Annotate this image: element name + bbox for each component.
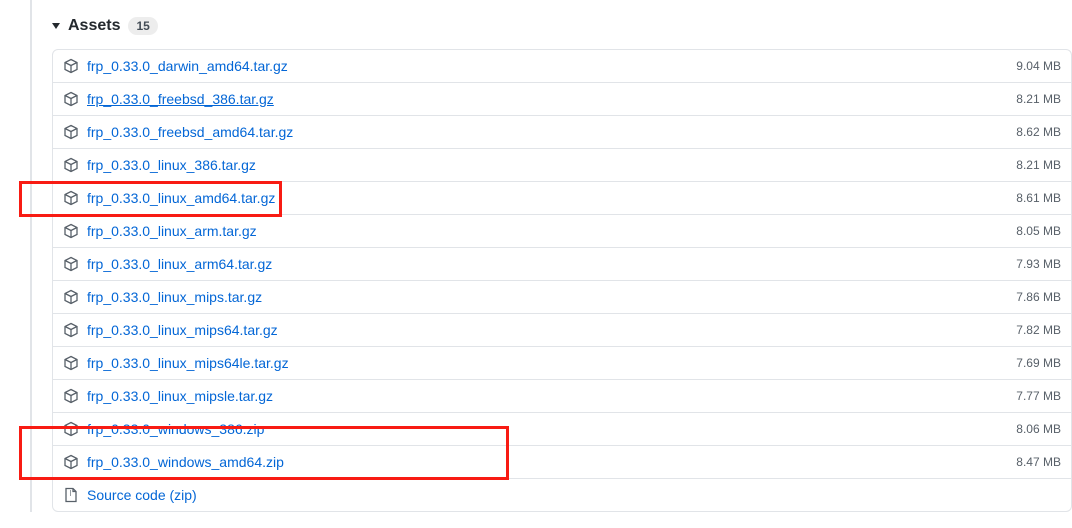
asset-row: frp_0.33.0_windows_386.zip 8.06 MB (53, 412, 1071, 445)
asset-link[interactable]: frp_0.33.0_freebsd_386.tar.gz (87, 91, 274, 107)
asset-link[interactable]: frp_0.33.0_darwin_amd64.tar.gz (87, 58, 288, 74)
asset-row: frp_0.33.0_windows_amd64.zip 8.47 MB (53, 445, 1071, 478)
asset-size: 8.05 MB (1016, 224, 1061, 238)
asset-size: 8.06 MB (1016, 422, 1061, 436)
asset-size: 9.04 MB (1016, 59, 1061, 73)
package-icon (63, 124, 79, 140)
asset-link[interactable]: frp_0.33.0_linux_mips64le.tar.gz (87, 355, 289, 371)
asset-left: frp_0.33.0_linux_mips64.tar.gz (63, 322, 278, 338)
asset-link[interactable]: frp_0.33.0_linux_amd64.tar.gz (87, 190, 275, 206)
asset-row: frp_0.33.0_linux_mips64.tar.gz 7.82 MB (53, 313, 1071, 346)
package-icon (63, 322, 79, 338)
package-icon (63, 58, 79, 74)
asset-left: frp_0.33.0_windows_amd64.zip (63, 454, 284, 470)
asset-row: frp_0.33.0_freebsd_386.tar.gz 8.21 MB (53, 82, 1071, 115)
asset-size: 7.93 MB (1016, 257, 1061, 271)
asset-left: frp_0.33.0_windows_386.zip (63, 421, 264, 437)
package-icon (63, 388, 79, 404)
asset-size: 8.61 MB (1016, 191, 1061, 205)
package-icon (63, 157, 79, 173)
asset-left: frp_0.33.0_linux_mips64le.tar.gz (63, 355, 289, 371)
asset-link[interactable]: frp_0.33.0_linux_mips.tar.gz (87, 289, 262, 305)
asset-link[interactable]: frp_0.33.0_freebsd_amd64.tar.gz (87, 124, 293, 140)
zip-file-icon (63, 487, 79, 503)
asset-row: frp_0.33.0_linux_mipsle.tar.gz 7.77 MB (53, 379, 1071, 412)
asset-row: frp_0.33.0_linux_arm.tar.gz 8.05 MB (53, 214, 1071, 247)
asset-left: frp_0.33.0_linux_386.tar.gz (63, 157, 256, 173)
asset-row: frp_0.33.0_linux_386.tar.gz 8.21 MB (53, 148, 1071, 181)
asset-link[interactable]: frp_0.33.0_linux_386.tar.gz (87, 157, 256, 173)
asset-left: frp_0.33.0_freebsd_386.tar.gz (63, 91, 274, 107)
source-code-link[interactable]: Source code (zip) (87, 487, 197, 503)
asset-size: 8.21 MB (1016, 92, 1061, 106)
asset-size: 7.86 MB (1016, 290, 1061, 304)
asset-size: 7.77 MB (1016, 389, 1061, 403)
asset-size: 8.21 MB (1016, 158, 1061, 172)
package-icon (63, 454, 79, 470)
package-icon (63, 190, 79, 206)
triangle-down-icon (52, 23, 60, 29)
asset-left: frp_0.33.0_linux_mips.tar.gz (63, 289, 262, 305)
asset-link[interactable]: frp_0.33.0_linux_mips64.tar.gz (87, 322, 278, 338)
assets-toggle[interactable]: Assets 15 (52, 17, 1072, 35)
asset-left: frp_0.33.0_freebsd_amd64.tar.gz (63, 124, 293, 140)
package-icon (63, 355, 79, 371)
source-code-label: Source code (87, 487, 166, 503)
asset-row: frp_0.33.0_linux_mips64le.tar.gz 7.69 MB (53, 346, 1071, 379)
asset-size: 8.47 MB (1016, 455, 1061, 469)
asset-link[interactable]: frp_0.33.0_linux_mipsle.tar.gz (87, 388, 273, 404)
assets-label: Assets (68, 17, 120, 35)
assets-count-badge: 15 (128, 17, 157, 35)
package-icon (63, 91, 79, 107)
asset-left: frp_0.33.0_linux_amd64.tar.gz (63, 190, 275, 206)
asset-link[interactable]: frp_0.33.0_linux_arm.tar.gz (87, 223, 257, 239)
asset-row: frp_0.33.0_linux_arm64.tar.gz 7.93 MB (53, 247, 1071, 280)
asset-left: frp_0.33.0_linux_mipsle.tar.gz (63, 388, 273, 404)
asset-left: frp_0.33.0_linux_arm64.tar.gz (63, 256, 272, 272)
package-icon (63, 289, 79, 305)
asset-left: frp_0.33.0_darwin_amd64.tar.gz (63, 58, 288, 74)
asset-link[interactable]: frp_0.33.0_windows_386.zip (87, 421, 264, 437)
asset-size: 7.69 MB (1016, 356, 1061, 370)
assets-list: frp_0.33.0_darwin_amd64.tar.gz 9.04 MB fr… (52, 49, 1072, 512)
asset-size: 7.82 MB (1016, 323, 1061, 337)
source-code-format: (zip) (170, 487, 197, 503)
package-icon (63, 223, 79, 239)
package-icon (63, 256, 79, 272)
source-code-row: Source code (zip) (53, 478, 1071, 511)
asset-size: 8.62 MB (1016, 125, 1061, 139)
asset-row: frp_0.33.0_linux_mips.tar.gz 7.86 MB (53, 280, 1071, 313)
asset-row: frp_0.33.0_linux_amd64.tar.gz 8.61 MB (53, 181, 1071, 214)
asset-link[interactable]: frp_0.33.0_linux_arm64.tar.gz (87, 256, 272, 272)
asset-link[interactable]: frp_0.33.0_windows_amd64.zip (87, 454, 284, 470)
asset-left: frp_0.33.0_linux_arm.tar.gz (63, 223, 257, 239)
package-icon (63, 421, 79, 437)
asset-row: frp_0.33.0_freebsd_amd64.tar.gz 8.62 MB (53, 115, 1071, 148)
release-panel: Assets 15 frp_0.33.0_darwin_amd64.tar.gz… (30, 0, 1072, 512)
asset-row: frp_0.33.0_darwin_amd64.tar.gz 9.04 MB (53, 50, 1071, 82)
